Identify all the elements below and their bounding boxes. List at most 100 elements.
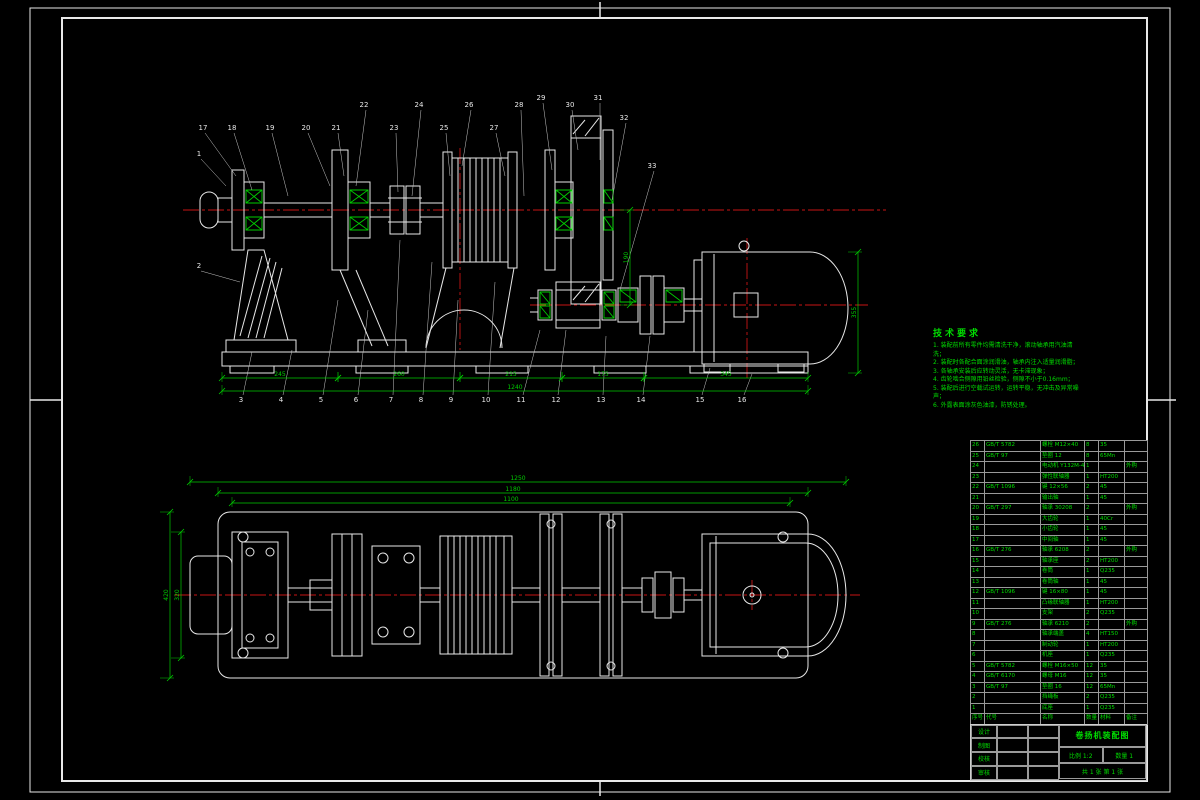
bom-row-cell: HT150 [1098,629,1125,641]
bom-row-cell: 3 [970,681,985,693]
bom-header-row-cell: 备注 [1124,713,1148,725]
note-line: 2. 装配时各配合面涂润滑油，轴承内注入适量润滑脂； [933,359,1079,366]
bom-row-cell: Q235 [1098,702,1125,714]
front-view-geometry [199,115,849,374]
bom-row-cell: Q235 [1098,608,1125,620]
note-line: 6. 外露表面涂灰色油漆，防锈处理。 [933,401,1031,409]
bom-row-cell: 21 [970,492,985,504]
note-line: 3. 各轴承安装后应转动灵活，无卡滞现象； [933,367,1049,375]
bom-row-cell: 垫圈 16 [1040,681,1085,693]
bom-row-cell: 外购 [1124,461,1148,473]
bom-row-cell: 8 [1084,440,1099,452]
leader-line [743,373,753,396]
bom-row-cell: 12 [1084,671,1099,683]
bom-row: 20 GB/T 297 轴承 30208 2 外购 [970,503,1148,515]
bom-row-cell: 1 [1084,471,1099,483]
dim-value: 1250 [510,475,525,482]
bom-row-cell [984,702,1041,714]
balloon-number: 23 [390,124,399,132]
balloon-number: 29 [537,94,546,102]
balloon-number: 28 [515,101,524,109]
balloon-number: 22 [360,101,369,109]
signature-name [997,765,1028,780]
bom-row-cell [1124,513,1148,525]
bom-row-cell: 12 [970,587,985,599]
dim-value: 245 [274,371,286,378]
leader-line [200,158,227,187]
bom-row-cell: 外购 [1124,618,1148,630]
balloon-number: 8 [419,396,423,404]
bom-row: 25 GB/T 97 垫圈 12 8 65Mn [970,450,1148,462]
bom-row-cell: 螺母 M16 [1040,671,1085,683]
signature-row: 制图 [971,738,1059,752]
dim-value: 355 [851,307,858,319]
bom-row: 21 输出轴 1 45 [970,492,1148,504]
bom-row-cell [1124,629,1148,641]
bom-row-cell: 11 [970,597,985,609]
bom-row-cell: GB/T 276 [984,618,1041,630]
bom-row-cell [1098,503,1125,515]
dim-value: 420 [163,589,170,601]
balloon-number: 31 [594,94,603,102]
bom-row: 17 中间轴 1 45 [970,534,1148,546]
bom-row: 10 支架 2 Q235 [970,608,1148,620]
bom-row-cell: 45 [1098,587,1125,599]
title-block-info: 卷扬机装配图 比例 1:2 数量 1共 1 张 第 1 张 [1059,724,1146,780]
balloon-number: 2 [197,262,201,270]
bom-row: 5 GB/T 5782 螺栓 M16×50 12 35 [970,660,1148,672]
bom-row: 22 GB/T 1096 键 12×56 2 45 [970,482,1148,494]
drawing-title: 卷扬机装配图 [1059,724,1146,748]
bom-row-cell: 机座 [1040,650,1085,662]
bom-row-cell [984,524,1041,536]
bom-row-cell [1098,618,1125,630]
bom-row-cell: GB/T 297 [984,503,1041,515]
bom-row-cell: 45 [1098,534,1125,546]
leader-line [522,329,541,396]
balloon-number: 1 [197,150,201,158]
note-line: 1. 装配前所有零件均需清洗干净，滚动轴承用汽油清洗； [933,342,1073,358]
bom-row: 1 底座 1 Q235 [970,702,1148,714]
bom-row-cell: 13 [970,576,985,588]
bom-row-cell [984,471,1041,483]
signature-date [1028,752,1059,766]
note-line: 5. 装配后进行空载试运转，运转平稳，无冲击及异常噪声； [933,384,1079,401]
leader-line [271,132,289,197]
signature-name [997,738,1028,752]
bom-header-row-cell: 代号 [984,713,1041,725]
bom-row: 16 GB/T 276 轴承 6208 2 外购 [970,545,1148,557]
balloon-number: 4 [279,396,284,404]
leader-line [557,329,567,396]
drawing-scale: 比例 1:2 [1059,747,1103,764]
bom-header-row-cell: 材料 [1098,713,1125,725]
bom-row-cell [984,639,1041,651]
balloon-number: 12 [552,396,561,404]
bom-row-cell [1124,534,1148,546]
bom-row-cell [1124,597,1148,609]
leader-line [619,170,655,291]
bom-row-cell [984,461,1041,473]
signature-name [997,752,1028,766]
signature-label: 审核 [971,765,997,780]
bom-row-cell: GB/T 1096 [984,587,1041,599]
dim-value: 175 [597,371,609,378]
bom-row: 4 GB/T 6170 螺母 M16 12 35 [970,671,1148,683]
bom-row-cell: 8 [1084,450,1099,462]
bom-row-cell: 卷筒轴 [1040,576,1085,588]
bom-row-cell [984,566,1041,578]
bom-row-cell: 螺栓 M16×50 [1040,660,1085,672]
bom-row-cell [1124,471,1148,483]
signature-date [1028,724,1059,739]
bom-header-row: 序号 代号 名称 数量 材料 备注 [970,713,1148,725]
bom-row-cell: 2 [1084,555,1099,567]
bom-row-cell: 4 [1084,629,1099,641]
bom-row: 2 挡绳板 2 Q235 [970,692,1148,704]
annotations-layer: 123 4 5 6 7 8 9 10 11 12 13 14 15 1617 18 19 20 212223242… [160,94,862,682]
bom-row-cell: 小齿轮 [1040,524,1085,536]
bom-row-cell: 8 [970,629,985,641]
bom-row: 23 弹性联轴器 1 HT200 [970,471,1148,483]
signature-label: 校核 [971,752,997,766]
bom-row-cell: 输出轴 [1040,492,1085,504]
bom-row-cell: 15 [970,555,985,567]
balloon-number: 7 [389,396,393,404]
bom-row-cell [1124,660,1148,672]
